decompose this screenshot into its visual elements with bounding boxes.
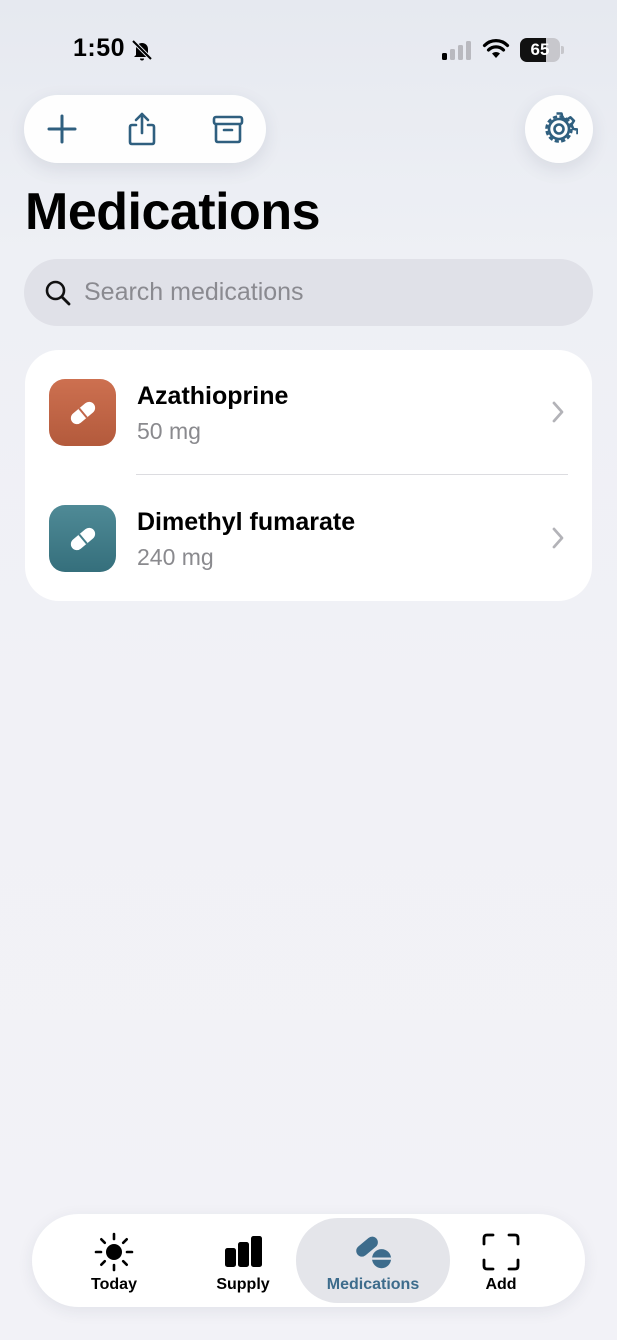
- add-button[interactable]: [42, 109, 82, 149]
- status-time: 1:50: [73, 34, 126, 62]
- battery-percent: 65: [530, 40, 550, 59]
- medication-row-azathioprine[interactable]: Azathioprine 50 mg: [25, 350, 592, 475]
- medication-name: Dimethyl fumarate: [137, 508, 356, 536]
- tab-bar: Today Supply Medications Add: [32, 1214, 585, 1307]
- tab-add[interactable]: Add: [426, 1218, 576, 1303]
- pill-icon: [70, 401, 95, 424]
- medication-icon: [49, 505, 116, 572]
- sun-icon: [94, 1232, 134, 1272]
- chevron-right-icon: [552, 401, 564, 423]
- page-title: Medications: [25, 183, 321, 241]
- tab-today[interactable]: Today: [39, 1218, 189, 1303]
- gear-icon: [545, 112, 578, 143]
- plus-icon: [47, 114, 77, 144]
- medication-dose: 240 mg: [137, 544, 214, 570]
- tab-label: Today: [91, 1276, 137, 1293]
- wifi-icon: [482, 39, 510, 58]
- row-divider: [136, 474, 568, 475]
- pill-icon: [70, 527, 95, 550]
- bar-chart-icon: [225, 1236, 262, 1267]
- medication-dose: 50 mg: [137, 418, 201, 444]
- scan-frame-icon: [482, 1233, 520, 1271]
- share-icon: [128, 112, 156, 146]
- tab-label: Add: [485, 1276, 517, 1293]
- search-icon: [45, 280, 71, 306]
- toolbar: [24, 95, 266, 163]
- medication-name: Azathioprine: [137, 382, 289, 410]
- bell-slash-icon: [131, 39, 153, 61]
- chevron-right-icon: [552, 527, 564, 549]
- status-bar: 1:50 65: [0, 0, 617, 100]
- pills-icon: [356, 1236, 392, 1269]
- medication-row-dimethyl-fumarate[interactable]: Dimethyl fumarate 240 mg: [25, 476, 592, 601]
- cellular-signal-icon: [442, 41, 471, 60]
- medication-list: Azathioprine 50 mg Dimethyl fumarate 240…: [25, 350, 592, 601]
- archive-button[interactable]: [208, 109, 248, 149]
- search-bar[interactable]: [24, 259, 593, 326]
- search-input[interactable]: [84, 259, 564, 326]
- battery-indicator: 65: [520, 38, 564, 62]
- medication-icon: [49, 379, 116, 446]
- settings-button[interactable]: [525, 95, 593, 163]
- share-button[interactable]: [122, 109, 162, 149]
- archive-icon: [212, 115, 244, 144]
